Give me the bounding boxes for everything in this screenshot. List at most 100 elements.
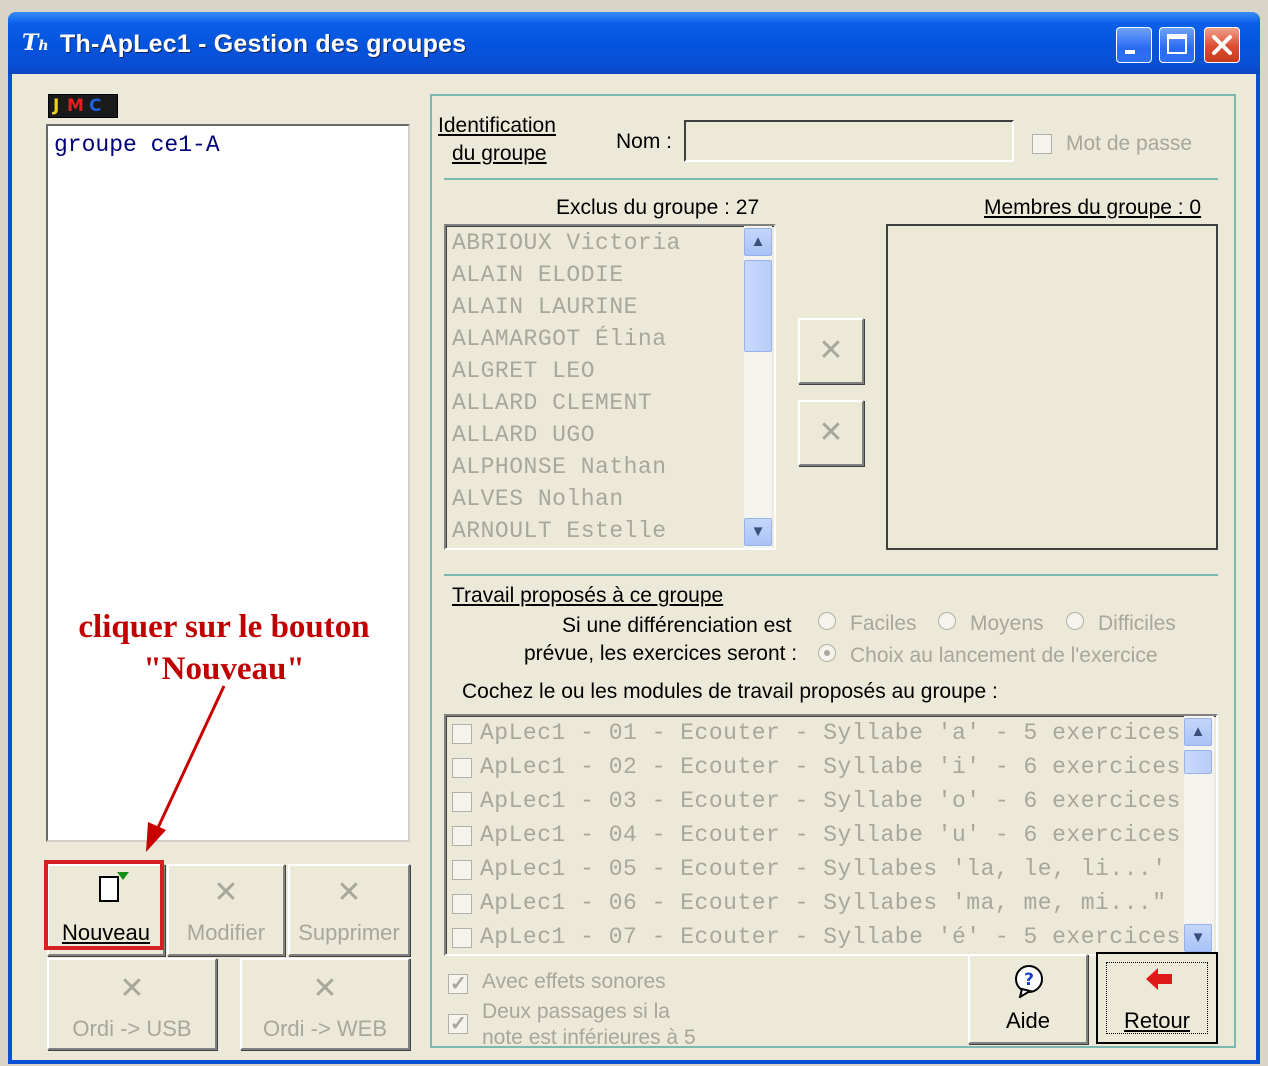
difficulty-medium-label: Moyens — [970, 612, 1044, 635]
difficulty-choice-radio[interactable] — [818, 644, 836, 662]
help-icon: ? — [1015, 965, 1043, 998]
export-usb-button[interactable]: ✕ Ordi -> USB — [47, 958, 217, 1050]
scroll-down-icon[interactable]: ▼ — [744, 518, 772, 546]
difficulty-choice-label: Choix au lancement de l'exercice — [850, 644, 1158, 667]
annotation-line1: cliquer sur le bouton — [78, 609, 370, 645]
scroll-up-icon[interactable]: ▲ — [744, 228, 772, 256]
module-item[interactable]: ApLec1 - 01 - Ecouter - Syllabe 'a' - 5 … — [480, 720, 1181, 746]
annotation-arrow — [146, 685, 226, 852]
module-item[interactable]: ApLec1 - 04 - Ecouter - Syllabe 'u' - 6 … — [480, 822, 1181, 848]
logo-letter-c: C — [89, 96, 102, 116]
delete-button-label: Supprimer — [298, 920, 400, 945]
back-arrow-icon — [1146, 968, 1172, 990]
modules-list[interactable]: ApLec1 - 01 - Ecouter - Syllabe 'a' - 5 … — [444, 714, 1218, 956]
excluded-title: Exclus du groupe : 27 — [556, 196, 760, 219]
list-item[interactable]: ALAIN ELODIE — [452, 262, 624, 288]
logo-letter-j: J — [53, 96, 60, 116]
list-item[interactable]: ABRIOUX Victoria — [452, 230, 681, 256]
module-checkbox[interactable] — [452, 928, 472, 948]
help-button[interactable]: ? Aide — [968, 954, 1088, 1044]
list-item[interactable]: ALLARD CLEMENT — [452, 390, 652, 416]
difficulty-easy-label: Faciles — [850, 612, 917, 635]
divider-middle — [444, 574, 1218, 576]
back-button-label: Retour — [1123, 1008, 1191, 1033]
list-item[interactable]: ALLARD UGO — [452, 422, 595, 448]
minimize-button[interactable] — [1116, 27, 1152, 63]
password-checkbox[interactable] — [1032, 134, 1052, 154]
two-passes-checkbox[interactable] — [448, 1011, 468, 1036]
scroll-thumb[interactable] — [1184, 750, 1212, 774]
members-title: Membres du groupe : 0 — [984, 196, 1202, 219]
name-label: Nom : — [616, 130, 673, 153]
module-item[interactable]: ApLec1 - 02 - Ecouter - Syllabe 'i' - 6 … — [480, 754, 1181, 780]
delete-button[interactable]: ✕ Supprimer — [288, 864, 410, 956]
work-title: Travail proposés à ce groupe — [452, 584, 724, 607]
add-member-icon: ✕ — [818, 334, 844, 367]
export-web-button[interactable]: ✕ Ordi -> WEB — [240, 958, 410, 1050]
list-item[interactable]: ALAIN LAURINE — [452, 294, 638, 320]
identification-label: Identification du groupe — [438, 114, 556, 165]
usb-icon: ✕ — [119, 972, 145, 1005]
difficulty-easy-radio[interactable] — [818, 612, 836, 630]
list-item[interactable]: ALPHONSE Nathan — [452, 454, 667, 480]
module-item[interactable]: ApLec1 - 03 - Ecouter - Syllabe 'o' - 6 … — [480, 788, 1181, 814]
app-icon: Th — [22, 30, 49, 56]
svg-text:?: ? — [1024, 970, 1034, 990]
web-icon: ✕ — [312, 972, 338, 1005]
app-window: Th Th-ApLec1 - Gestion des groupes J M C… — [8, 12, 1260, 1064]
back-button[interactable]: Retour — [1096, 952, 1218, 1044]
close-button[interactable] — [1204, 27, 1240, 63]
members-list[interactable] — [886, 224, 1218, 550]
list-item[interactable]: ALAMARGOT Élina — [452, 326, 667, 352]
module-checkbox[interactable] — [452, 894, 472, 914]
close-icon — [1212, 35, 1232, 55]
modules-scrollbar[interactable]: ▲ ▼ — [1184, 716, 1214, 954]
sound-effects-checkbox[interactable] — [448, 971, 468, 996]
differentiation-text-2: prévue, les exercices seront : — [524, 642, 798, 665]
list-item[interactable]: ARNOULT Estelle — [452, 518, 667, 544]
excluded-scrollbar[interactable]: ▲ ▼ — [744, 226, 772, 548]
module-checkbox[interactable] — [452, 758, 472, 778]
divider-top — [444, 178, 1218, 180]
new-button-highlight — [44, 860, 164, 950]
excluded-students-list[interactable]: ABRIOUX Victoria ALAIN ELODIE ALAIN LAUR… — [444, 224, 776, 550]
usb-button-label: Ordi -> USB — [72, 1016, 192, 1041]
add-to-group-button[interactable]: ✕ — [798, 318, 864, 384]
difficulty-medium-radio[interactable] — [938, 612, 956, 630]
maximize-button[interactable] — [1159, 27, 1195, 63]
scroll-up-icon[interactable]: ▲ — [1184, 718, 1212, 746]
modify-button[interactable]: ✕ Modifier — [167, 864, 285, 956]
web-button-label: Ordi -> WEB — [262, 1016, 388, 1041]
module-checkbox[interactable] — [452, 826, 472, 846]
instruction-annotation: cliquer sur le bouton "Nouveau" — [48, 606, 400, 690]
scroll-thumb[interactable] — [744, 260, 772, 352]
two-passes-label-1: Deux passages si la — [482, 1000, 670, 1023]
maximize-icon — [1167, 34, 1187, 54]
name-input[interactable] — [684, 120, 1014, 162]
minimize-icon — [1125, 50, 1135, 54]
jmc-logo: J M C — [48, 94, 118, 118]
modules-prompt: Cochez le ou les modules de travail prop… — [462, 680, 998, 703]
module-checkbox[interactable] — [452, 724, 472, 744]
difficulty-hard-radio[interactable] — [1066, 612, 1084, 630]
scroll-down-icon[interactable]: ▼ — [1184, 924, 1212, 952]
list-item[interactable]: ALVES Nolhan — [452, 486, 624, 512]
group-list-item[interactable]: groupe ce1-A — [54, 132, 220, 158]
modify-icon: ✕ — [213, 876, 239, 909]
remove-from-group-button[interactable]: ✕ — [798, 400, 864, 466]
module-checkbox[interactable] — [452, 792, 472, 812]
module-item[interactable]: ApLec1 - 05 - Ecouter - Syllabes 'la, le… — [480, 856, 1195, 882]
sound-effects-label: Avec effets sonores — [482, 970, 666, 993]
title-bar[interactable]: Th Th-ApLec1 - Gestion des groupes — [8, 12, 1260, 74]
client-area: J M C groupe ce1-A cliquer sur le bouton… — [12, 74, 1256, 1060]
window-title: Th-ApLec1 - Gestion des groupes — [60, 30, 467, 58]
modify-button-label: Modifier — [186, 920, 266, 945]
module-item[interactable]: ApLec1 - 07 - Ecouter - Syllabe 'é' - 5 … — [480, 924, 1181, 950]
module-checkbox[interactable] — [452, 860, 472, 880]
list-item[interactable]: ALGRET LEO — [452, 358, 595, 384]
delete-icon: ✕ — [336, 876, 362, 909]
module-item[interactable]: ApLec1 - 06 - Ecouter - Syllabes 'ma, me… — [480, 890, 1195, 916]
difficulty-hard-label: Difficiles — [1098, 612, 1176, 635]
group-details-panel: Identification du groupe Nom : Mot de pa… — [430, 94, 1236, 1049]
logo-letter-m: M — [67, 96, 84, 116]
